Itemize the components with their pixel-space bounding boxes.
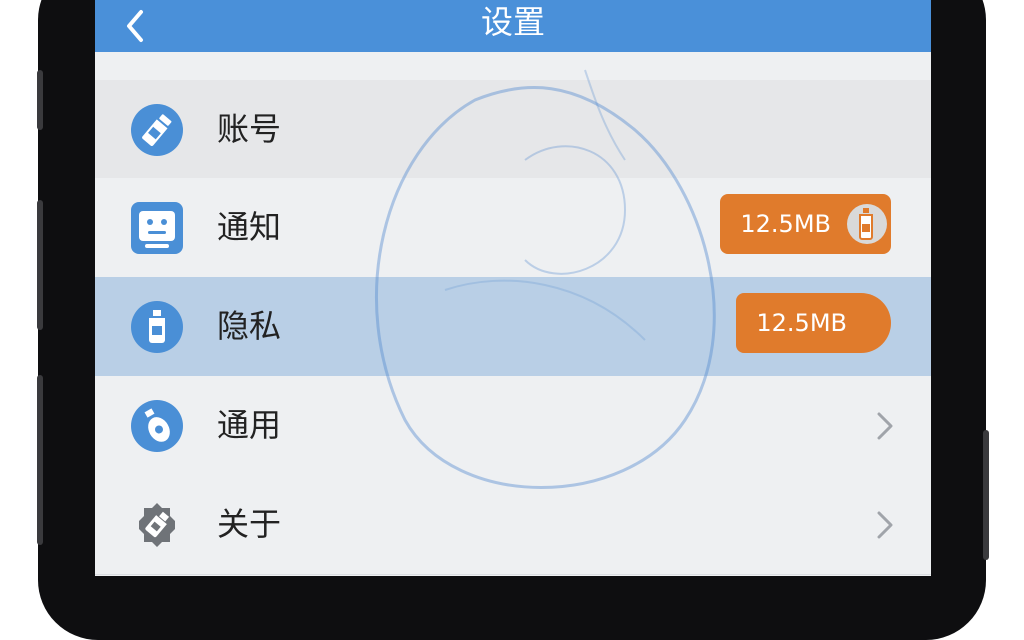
nav-bar: 设置 (95, 0, 931, 52)
settings-row-privacy[interactable]: 隐私 12.5MB (95, 277, 931, 377)
page-title: 设置 (480, 3, 545, 41)
bottle-icon (131, 400, 183, 452)
phone-volume-button (37, 70, 43, 130)
bottle-icon (131, 104, 183, 156)
settings-row-label: 通知 (217, 208, 282, 246)
settings-row-label: 隐私 (217, 307, 282, 345)
chevron-right-icon (873, 408, 897, 444)
settings-row-general[interactable]: 通用 (95, 376, 931, 476)
settings-row-label: 关于 (217, 505, 282, 543)
settings-row-about[interactable]: 关于 (95, 475, 931, 575)
face-icon (131, 202, 183, 254)
storage-badge: 12.5MB (736, 293, 891, 353)
badge-text: 12.5MB (756, 309, 847, 337)
bottle-icon (131, 301, 183, 353)
badge-text: 12.5MB (740, 210, 831, 238)
settings-row-label: 通用 (217, 406, 282, 444)
screen: 设置 账号 通知 12.5MB 隐私 12.5MB 通用 关于 (95, 0, 931, 576)
chevron-right-icon (873, 507, 897, 543)
bottle-icon (847, 204, 887, 244)
settings-row-notifications[interactable]: 通知 12.5MB (95, 178, 931, 278)
phone-power-button (983, 430, 989, 560)
storage-badge: 12.5MB (720, 194, 891, 254)
gear-icon (131, 499, 183, 551)
phone-side-button (37, 375, 43, 545)
settings-row-label: 账号 (217, 110, 282, 148)
phone-volume-button (37, 200, 43, 330)
settings-row-account[interactable]: 账号 (95, 80, 931, 180)
